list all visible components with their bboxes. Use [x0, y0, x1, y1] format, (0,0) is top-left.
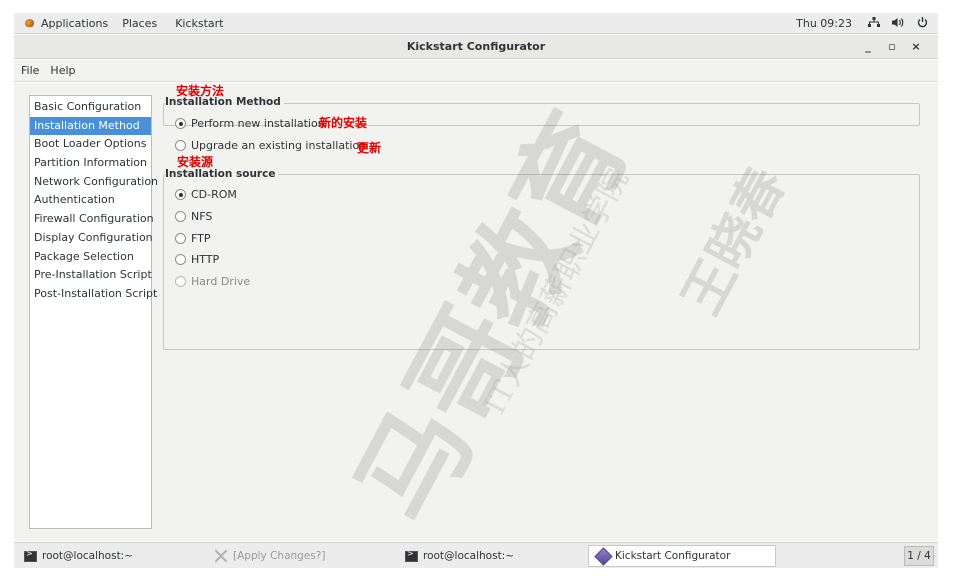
sidebar-item-installation-method[interactable]: Installation Method [30, 116, 151, 136]
radio-upgrade-installation[interactable]: Upgrade an existing installation [175, 139, 366, 152]
menubar: File Help [14, 60, 938, 82]
terminal-icon [24, 549, 37, 562]
sidebar-item-boot-loader-options[interactable]: Boot Loader Options [30, 135, 151, 154]
sidebar-nav: Basic Configuration Installation Method … [29, 95, 158, 529]
radio-label: Perform new installation [191, 117, 325, 130]
clock[interactable]: Thu 09:23 [796, 17, 852, 30]
network-icon[interactable] [868, 16, 880, 31]
radio-button[interactable] [175, 211, 186, 222]
window-titlebar[interactable]: Kickstart Configurator _ ▫ × [14, 35, 938, 59]
terminal-icon [405, 549, 418, 562]
main-content: Basic Configuration Installation Method … [14, 83, 938, 541]
radio-button[interactable] [175, 254, 186, 265]
applications-menu[interactable]: Applications [24, 17, 108, 30]
sidebar-item-network-configuration[interactable]: Network Configuration [30, 173, 158, 192]
kickstart-icon [594, 546, 613, 566]
taskbar-terminal-1[interactable]: root@localhost:~ [16, 545, 204, 567]
kickstart-label: Kickstart [175, 16, 224, 30]
radio-ftp[interactable]: FTP [175, 232, 211, 245]
radio-http[interactable]: HTTP [175, 253, 219, 266]
radio-button[interactable] [175, 140, 186, 151]
radio-label: Hard Drive [191, 275, 251, 288]
radio-button-checked[interactable] [175, 118, 186, 129]
sidebar-item-firewall-configuration[interactable]: Firewall Configuration [30, 210, 154, 229]
minimize-button[interactable]: _ [856, 38, 880, 56]
taskbar-terminal-2[interactable]: root@localhost:~ [397, 545, 585, 567]
radio-label: NFS [191, 210, 213, 223]
radio-new-installation[interactable]: Perform new installation [175, 117, 325, 130]
sidebar-item-package-selection[interactable]: Package Selection [30, 248, 151, 267]
menu-help[interactable]: Help [50, 64, 75, 77]
radio-label: HTTP [191, 253, 220, 266]
maximize-button[interactable]: ▫ [880, 38, 904, 56]
installation-source-frame [163, 174, 920, 350]
sidebar-item-post-installation-script[interactable]: Post-Installation Script [30, 285, 157, 304]
sidebar-item-pre-installation-script[interactable]: Pre-Installation Script [30, 266, 152, 285]
annotation-source: 安装源 [177, 155, 214, 169]
sidebar-item-partition-information[interactable]: Partition Information [30, 154, 151, 173]
task-label: root@localhost:~ [423, 550, 515, 562]
tools-icon [214, 549, 228, 563]
menu-file[interactable]: File [21, 64, 39, 77]
radio-label: CD-ROM [191, 188, 237, 201]
radio-button[interactable] [175, 233, 186, 244]
radio-label: Upgrade an existing installation [191, 139, 367, 152]
volume-icon[interactable] [892, 17, 905, 31]
workspace-pager[interactable]: 1 / 4 [904, 546, 934, 566]
radio-button-checked[interactable] [175, 189, 186, 200]
radio-nfs[interactable]: NFS [175, 210, 212, 223]
applications-label: Applications [41, 16, 109, 30]
sidebar-item-authentication[interactable]: Authentication [30, 191, 151, 210]
applications-icon [24, 17, 36, 29]
task-label: Kickstart Configurator [615, 550, 731, 562]
radio-cdrom[interactable]: CD-ROM [175, 188, 237, 201]
places-label: Places [122, 16, 158, 30]
annotation-method: 安装方法 [176, 84, 225, 98]
taskbar-kickstart-configurator[interactable]: Kickstart Configurator [588, 545, 776, 567]
close-button[interactable]: × [904, 38, 928, 56]
sidebar-item-display-configuration[interactable]: Display Configuration [30, 229, 153, 248]
bottom-taskbar: root@localhost:~ [Apply Changes?] root@l… [14, 542, 938, 568]
radio-label: FTP [191, 232, 211, 245]
taskbar-apply-changes[interactable]: [Apply Changes?] [206, 545, 394, 567]
places-menu[interactable]: Places [122, 17, 157, 30]
annotation-upgrade: 更新 [357, 141, 382, 155]
task-label: [Apply Changes?] [233, 550, 326, 562]
top-panel: Applications Places Kickstart Thu 09:23 [14, 13, 938, 34]
power-icon[interactable] [917, 16, 928, 31]
task-label: root@localhost:~ [42, 550, 134, 562]
radio-button[interactable] [175, 276, 186, 287]
radio-hard-drive[interactable]: Hard Drive [175, 275, 250, 288]
window-title: Kickstart Configurator [406, 40, 546, 53]
kickstart-app-menu[interactable]: Kickstart [175, 17, 223, 30]
sidebar-item-basic-configuration[interactable]: Basic Configuration [30, 98, 151, 117]
annotation-new-install: 新的安装 [319, 116, 368, 130]
